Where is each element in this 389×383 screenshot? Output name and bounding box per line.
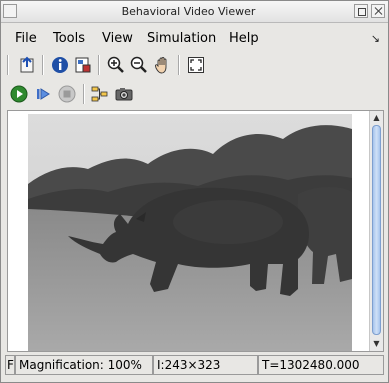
play-icon[interactable]	[9, 84, 29, 104]
title-bar[interactable]: Behavioral Video Viewer	[1, 1, 388, 23]
maximize-button[interactable]	[354, 4, 368, 18]
app-window: Behavioral Video Viewer File Tools View …	[0, 0, 389, 383]
main-toolbar	[5, 53, 384, 77]
zoom-in-icon[interactable]	[106, 55, 126, 75]
status-prefix: F	[5, 355, 15, 375]
video-panel: ▲ ▼	[7, 110, 384, 352]
flow-settings-icon[interactable]	[90, 84, 110, 104]
window-menu-button[interactable]	[3, 4, 17, 18]
toolbar-separator	[98, 55, 100, 75]
menu-help-label: Help	[229, 31, 259, 46]
menu-help[interactable]: Help	[229, 31, 259, 46]
menu-tools-label: Tools	[53, 31, 86, 46]
window-title: Behavioral Video Viewer	[121, 5, 256, 18]
scroll-up-icon[interactable]: ▲	[371, 113, 382, 123]
menu-view-label: View	[102, 31, 133, 46]
video-frame-image[interactable]	[28, 114, 352, 351]
scroll-down-icon[interactable]: ▼	[371, 339, 382, 349]
status-time: T=1302480.000	[258, 355, 384, 375]
menu-simulation[interactable]: Simulation	[147, 31, 216, 46]
menu-overflow-icon[interactable]: ↘	[371, 32, 380, 45]
menu-file-label: File	[15, 31, 37, 46]
properties-icon[interactable]	[73, 55, 93, 75]
zoom-out-icon[interactable]	[129, 55, 149, 75]
open-file-icon[interactable]	[17, 55, 37, 75]
fit-to-window-icon[interactable]	[186, 55, 206, 75]
status-magnification: Magnification: 100%	[15, 355, 153, 375]
vertical-scrollbar[interactable]: ▲ ▼	[369, 111, 383, 351]
menu-file[interactable]: File	[15, 31, 37, 46]
toolbar-separator	[42, 55, 44, 75]
playback-toolbar	[5, 82, 384, 106]
stop-icon[interactable]	[57, 84, 77, 104]
toolbar-separator	[178, 55, 180, 75]
info-icon[interactable]	[50, 55, 70, 75]
menu-bar: File Tools View Simulation Help ↘	[1, 25, 388, 51]
camera-icon[interactable]	[114, 84, 134, 104]
menu-simulation-label: Simulation	[147, 31, 217, 46]
status-image-size: I:243×323	[153, 355, 258, 375]
toolbar-separator	[83, 84, 85, 104]
scrollbar-thumb[interactable]	[372, 125, 381, 335]
close-button[interactable]	[371, 4, 385, 18]
menu-view[interactable]: View	[102, 31, 133, 46]
step-forward-icon[interactable]	[33, 84, 53, 104]
pan-hand-icon[interactable]	[153, 55, 173, 75]
status-bar: F Magnification: 100% I:243×323 T=130248…	[5, 355, 384, 377]
toolbar-separator	[7, 55, 9, 75]
menu-tools[interactable]: Tools	[53, 31, 85, 46]
